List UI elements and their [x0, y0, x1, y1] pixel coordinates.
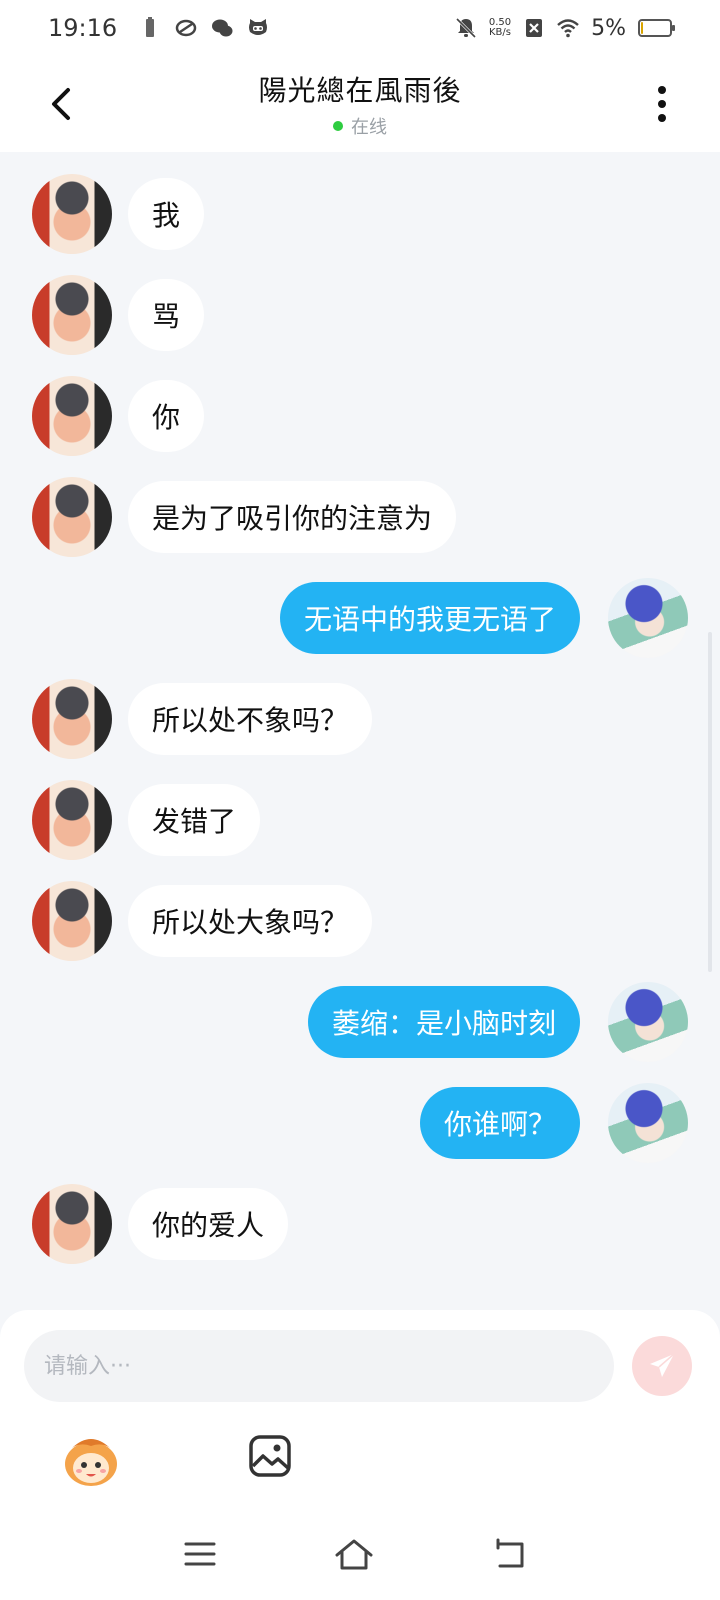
sim-icon — [526, 19, 543, 37]
emoji-mascot-icon — [65, 1439, 117, 1486]
net-speed: 0.50 KB/s — [489, 18, 511, 38]
incoming-message-bubble[interactable]: 所以处大象吗？ — [128, 885, 373, 957]
send-button[interactable] — [632, 1336, 692, 1396]
battery-percent: 5% — [591, 15, 626, 41]
contact-avatar[interactable] — [32, 1184, 112, 1264]
incoming-message-bubble[interactable]: 你的爱人 — [128, 1188, 289, 1260]
send-icon — [650, 1353, 675, 1377]
chat-title-block: 陽光總在風雨後 在线 — [258, 69, 461, 139]
message-row: 发错了 — [0, 780, 720, 860]
battery-level-fill — [641, 22, 643, 34]
home-icon — [335, 1539, 373, 1570]
battery-saver-icon — [146, 17, 155, 37]
incoming-message-bubble[interactable]: 发错了 — [128, 784, 261, 856]
message-list[interactable]: 我骂你是为了吸引你的注意为无语中的我更无语了所以处不象吗？ 发错了所以处大象吗？ 萎… — [0, 152, 720, 1312]
status-time: 19:16 — [48, 14, 118, 42]
chevron-left-icon — [52, 88, 70, 120]
message-row: 你的爱人 — [0, 1184, 720, 1264]
contact-avatar[interactable] — [32, 477, 112, 557]
contact-avatar[interactable] — [32, 881, 112, 961]
message-row: 萎缩：是小脑时刻 — [0, 982, 720, 1062]
home-button[interactable] — [332, 1532, 376, 1576]
wechat-icon — [212, 19, 233, 37]
more-options-button[interactable] — [640, 80, 684, 128]
chat-header: 陽光總在風雨後 在线 — [0, 56, 720, 152]
mute-icon — [455, 17, 476, 39]
outgoing-message-bubble[interactable]: 萎缩：是小脑时刻 — [307, 986, 580, 1058]
incoming-message-bubble[interactable]: 你 — [128, 380, 205, 452]
my-avatar[interactable] — [608, 982, 688, 1062]
message-row: 所以处不象吗？ — [0, 679, 720, 759]
battery-icon — [638, 19, 675, 37]
sync-icon — [175, 19, 197, 37]
incoming-message-bubble[interactable]: 所以处不象吗？ — [128, 683, 373, 755]
message-row: 你谁啊？ — [0, 1083, 720, 1163]
contact-avatar[interactable] — [32, 174, 112, 254]
contact-avatar[interactable] — [32, 376, 112, 456]
menu-button[interactable] — [178, 1532, 222, 1576]
system-nav-bar — [0, 1510, 720, 1600]
more-vertical-icon — [658, 86, 666, 122]
contact-avatar[interactable] — [32, 679, 112, 759]
wifi-icon — [557, 19, 579, 38]
back-button[interactable] — [40, 82, 84, 126]
emoji-button[interactable] — [62, 1434, 120, 1488]
incoming-message-bubble[interactable]: 我 — [128, 178, 205, 250]
message-row: 是为了吸引你的注意为 — [0, 477, 720, 557]
status-bar: 19:16 0.50 KB/s 5% — [0, 0, 720, 56]
outgoing-message-bubble[interactable]: 你谁啊？ — [419, 1087, 580, 1159]
menu-icon — [184, 1542, 216, 1566]
contact-avatar[interactable] — [32, 780, 112, 860]
cat-icon — [249, 19, 268, 35]
presence-label: 在线 — [350, 117, 387, 138]
message-row: 骂 — [0, 275, 720, 355]
image-icon — [249, 1435, 291, 1477]
presence-status: 在线 — [258, 113, 461, 139]
outgoing-message-bubble[interactable]: 无语中的我更无语了 — [279, 582, 580, 654]
chat-title: 陽光總在風雨後 — [258, 74, 462, 107]
message-row: 无语中的我更无语了 — [0, 578, 720, 658]
incoming-message-bubble[interactable]: 骂 — [128, 279, 205, 351]
net-speed-unit: KB/s — [488, 27, 511, 38]
my-avatar[interactable] — [608, 1083, 688, 1163]
message-row: 你 — [0, 376, 720, 456]
message-row: 我 — [0, 174, 720, 254]
back-nav-button[interactable] — [488, 1532, 532, 1576]
my-avatar[interactable] — [608, 578, 688, 658]
incoming-message-bubble[interactable]: 是为了吸引你的注意为 — [128, 481, 457, 553]
online-dot-icon — [332, 121, 343, 131]
image-button[interactable] — [248, 1434, 292, 1478]
contact-avatar[interactable] — [32, 275, 112, 355]
message-row: 所以处大象吗？ — [0, 881, 720, 961]
message-input[interactable] — [24, 1330, 614, 1402]
back-nav-icon — [496, 1538, 524, 1568]
